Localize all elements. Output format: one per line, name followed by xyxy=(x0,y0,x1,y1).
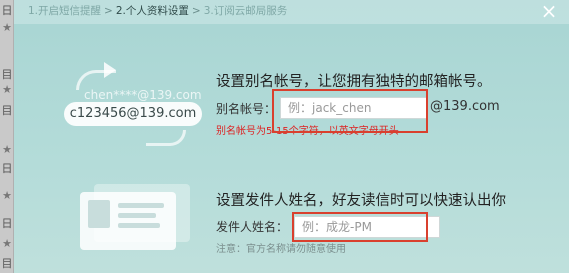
strip-mark: 日 xyxy=(1,217,13,230)
profile-setup-dialog: 1.开启短信提醒 >2.个人资料设置 >3.订阅云邮局服务 × chen****@1… xyxy=(14,0,569,273)
close-icon[interactable]: × xyxy=(539,1,559,21)
avatar-icon xyxy=(88,200,110,228)
strip-mark: 目 xyxy=(1,68,13,81)
wizard-steps: 1.开启短信提醒 >2.个人资料设置 >3.订阅云邮局服务 xyxy=(14,0,569,24)
star-icon: ★ xyxy=(2,21,12,34)
alias-section-title: 设置别名帐号，让您拥有独特的邮箱帐号。 xyxy=(216,74,492,90)
arrow-head-icon xyxy=(104,62,116,78)
contact-card-illustration xyxy=(66,180,216,255)
card-line xyxy=(118,203,164,208)
sender-section-title: 设置发件人姓名，好友读信时可以快速认出你 xyxy=(216,193,506,209)
sender-hint: 注意：官方名称请勿随意使用 xyxy=(216,244,346,255)
chevron-right-icon: > xyxy=(191,5,201,17)
step-2[interactable]: 2.个人资料设置 xyxy=(116,0,189,22)
alias-illustration: chen****@139.com c123456@139.com xyxy=(54,60,224,155)
star-icon: ★ xyxy=(2,189,12,202)
chevron-right-icon: > xyxy=(104,5,113,17)
star-icon: ★ xyxy=(2,143,12,156)
sender-highlight-box xyxy=(292,212,428,242)
curved-arrow-icon xyxy=(146,130,186,146)
strip-mark: 目 xyxy=(1,104,13,117)
step-3[interactable]: 3.订阅云邮局服务 xyxy=(204,0,288,22)
alias-highlight-box xyxy=(272,89,428,133)
card-line xyxy=(118,223,160,228)
strip-mark: 日 xyxy=(1,162,13,175)
star-icon: ★ xyxy=(2,83,12,96)
id-card-icon xyxy=(80,192,176,250)
sender-label: 发件人姓名： xyxy=(216,220,289,234)
alias-domain-suffix: @139.com xyxy=(430,99,500,114)
card-line xyxy=(118,213,156,218)
email-pill: c123456@139.com xyxy=(64,102,202,126)
alias-label: 别名帐号： xyxy=(216,102,277,116)
background-sidebar-strip: 日 ★ 目 ★ 目 ★ 日 ★ 日 ★ 目 xyxy=(0,0,14,273)
star-icon: ★ xyxy=(2,237,12,250)
faded-email: chen****@139.com xyxy=(84,88,202,102)
step-1[interactable]: 1.开启短信提醒 xyxy=(28,0,101,22)
strip-mark: 日 xyxy=(1,4,13,17)
strip-mark: 目 xyxy=(1,257,13,270)
